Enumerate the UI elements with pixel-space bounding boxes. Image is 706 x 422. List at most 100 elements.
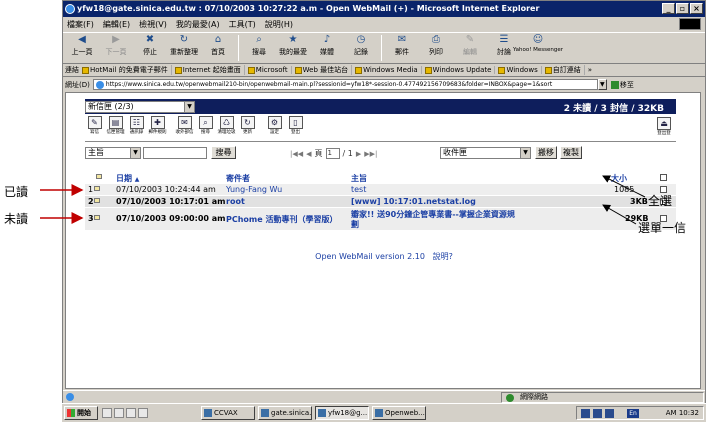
link-item[interactable]: 自訂連結 — [544, 65, 585, 75]
toolbar-button-search[interactable]: ⌕ 搜尋 — [242, 33, 276, 63]
quicklaunch-outlook-icon[interactable] — [114, 408, 124, 418]
task-app-icon — [375, 409, 383, 417]
taskbar-task[interactable]: Openweb... — [372, 406, 426, 420]
logout-button[interactable]: ⏏ 登出登 — [654, 117, 674, 139]
help-link[interactable]: 說明? — [433, 252, 453, 261]
toolbar-button-mail[interactable]: ✉ 郵件 — [385, 33, 419, 63]
move-button[interactable]: 搬移 — [535, 146, 557, 159]
taskbar-task[interactable]: gate.sinica... — [258, 406, 312, 420]
link-page-icon — [174, 66, 182, 74]
update-button[interactable]: ↻ 更新 — [238, 116, 257, 138]
col-size[interactable]: 大小 — [611, 173, 627, 184]
search-mail-button[interactable]: ⌕ 搜尋 — [196, 116, 215, 138]
toolbar-button-refresh[interactable]: ↻ 重新整理 — [167, 33, 201, 63]
link-item[interactable]: Windows — [498, 66, 542, 74]
clock[interactable]: AM 10:32 — [666, 409, 699, 417]
link-item[interactable]: Microsoft — [247, 66, 292, 74]
back-icon: ◀ — [78, 34, 86, 45]
logout-door-button[interactable]: ▯ 登出 — [286, 116, 305, 138]
row-subject-wrap[interactable]: 劃 — [351, 219, 359, 230]
toolbar-button-forward[interactable]: ▶ 下一頁 — [99, 33, 133, 63]
search-input[interactable] — [143, 147, 207, 159]
first-page-icon[interactable]: |◀◀ — [290, 150, 303, 158]
link-item[interactable]: Windows Update — [424, 66, 496, 74]
row-subject[interactable]: [www] 10:17:01.netstat.log — [351, 197, 476, 206]
quicklaunch-desktop-icon[interactable] — [126, 408, 136, 418]
menu-view[interactable]: 檢視(V) — [139, 19, 167, 30]
last-page-icon[interactable]: ▶▶| — [364, 150, 377, 158]
tray-app-icon[interactable] — [605, 409, 614, 418]
prev-page-icon[interactable]: ◀ — [306, 150, 311, 158]
row-sender[interactable]: root — [226, 197, 245, 206]
address-input[interactable]: https://www.sinica.edu.tw/openwebmail210… — [92, 79, 598, 90]
minimize-button[interactable]: _ — [662, 3, 675, 14]
search-field-select[interactable]: 主旨 ▼ — [85, 147, 141, 159]
compose-button[interactable]: ✎ 寫信 — [85, 116, 104, 138]
row-sender[interactable]: PChome 活動專刊（學習版） — [226, 214, 337, 225]
menu-edit[interactable]: 編輯(E) — [103, 19, 130, 30]
tray-network-icon[interactable] — [581, 409, 590, 418]
folder-select[interactable]: 新信匣 (2/3) ▼ — [85, 101, 195, 113]
filter-button[interactable]: ✚ 郵件規則 — [148, 116, 167, 138]
menu-favorites[interactable]: 我的最愛(A) — [176, 19, 220, 30]
ime-indicator[interactable]: En — [627, 409, 639, 418]
maximize-button[interactable]: ▫ — [676, 3, 689, 14]
system-tray: En AM 10:32 — [576, 406, 704, 420]
folders-button[interactable]: ▤ 信匣管理 — [106, 116, 125, 138]
search-button[interactable]: 搜尋 — [211, 146, 236, 159]
page-status-icon — [66, 393, 74, 401]
link-label: Windows Media — [363, 66, 418, 74]
menu-file[interactable]: 檔案(F) — [67, 19, 94, 30]
toolbar-button-stop[interactable]: ✖ 停止 — [133, 33, 167, 63]
move-target-select[interactable]: 收件匣 ▼ — [440, 147, 531, 159]
links-more-chevron-icon[interactable]: » — [588, 66, 592, 74]
close-button[interactable]: × — [690, 3, 703, 14]
quicklaunch-media-icon[interactable] — [138, 408, 148, 418]
table-row[interactable]: 3 07/10/2003 09:00:00 am PChome 活動專刊（學習版… — [85, 208, 676, 230]
webmail-icon-label: 收外部信 — [175, 130, 194, 135]
col-sender[interactable]: 寄件者 — [226, 173, 250, 184]
trash-button[interactable]: ♺ 清理垃圾 — [217, 116, 236, 138]
toolbar-button-print[interactable]: ⎙ 列印 — [419, 33, 453, 63]
toolbar-button-messenger[interactable]: ☺ Yahoo! Messenger — [513, 33, 563, 63]
toolbar-button-favorites[interactable]: ★ 我的最愛 — [276, 33, 310, 63]
toolbar-button-home[interactable]: ⌂ 首頁 — [201, 33, 235, 63]
toolbar-button-edit[interactable]: ✎ 編輯 — [453, 33, 487, 63]
row-sender[interactable]: Yung-Fang Wu — [226, 185, 282, 194]
tray-volume-icon[interactable] — [593, 409, 602, 418]
taskbar-task[interactable]: CCVAX — [201, 406, 255, 420]
settings-button[interactable]: ⚙ 設定 — [265, 116, 284, 138]
menu-help[interactable]: 說明(H) — [265, 19, 293, 30]
version-link[interactable]: Open WebMail version 2.10 — [315, 252, 425, 261]
table-row[interactable]: 1 07/10/2003 10:24:44 am Yung-Fang Wu te… — [85, 184, 676, 195]
select-all-checkbox[interactable] — [660, 174, 667, 181]
link-item[interactable]: Web 最佳站台 — [294, 65, 353, 75]
toolbar-button-history[interactable]: ◷ 記錄 — [344, 33, 378, 63]
start-button[interactable]: 開始 — [64, 406, 98, 420]
page-input[interactable]: 1 — [325, 148, 340, 159]
link-item[interactable]: Internet 起始畫面 — [174, 65, 245, 75]
taskbar-task[interactable]: yfw18@g... — [315, 406, 369, 420]
go-button[interactable]: 移至 — [610, 80, 634, 90]
table-row[interactable]: 2 07/10/2003 10:17:01 am root [www] 10:1… — [85, 196, 676, 207]
addressbook-button[interactable]: ☷ 通訊錄 — [127, 116, 146, 138]
row-subject[interactable]: 瓣家!! 送90分鐘企管專業書--掌握企業資源規 — [351, 209, 515, 220]
copy-button[interactable]: 複製 — [560, 146, 582, 159]
pop3-button[interactable]: ✉ 收外部信 — [175, 116, 194, 138]
folder-select-value: 新信匣 (2/3) — [88, 102, 134, 111]
link-label: Windows — [506, 66, 538, 74]
col-date[interactable]: 日期 ▲ — [116, 173, 139, 184]
col-subject[interactable]: 主旨 — [351, 173, 367, 184]
link-item[interactable]: Windows Media — [355, 66, 422, 74]
page-label: 頁 — [314, 149, 323, 158]
address-dropdown-arrow[interactable]: ▼ — [597, 79, 607, 90]
toolbar-button-media[interactable]: ♪ 媒體 — [310, 33, 344, 63]
logout-door-icon: ▯ — [288, 116, 303, 129]
menu-tools[interactable]: 工具(T) — [229, 19, 256, 30]
quicklaunch-ie-icon[interactable] — [102, 408, 112, 418]
status-bar: 網際網路 — [63, 390, 705, 403]
next-page-icon[interactable]: ▶ — [356, 150, 361, 158]
link-item[interactable]: HotMail 的免費電子郵件 — [82, 65, 172, 75]
toolbar-button-back[interactable]: ◀ 上一頁 — [65, 33, 99, 63]
row-subject[interactable]: test — [351, 185, 366, 194]
